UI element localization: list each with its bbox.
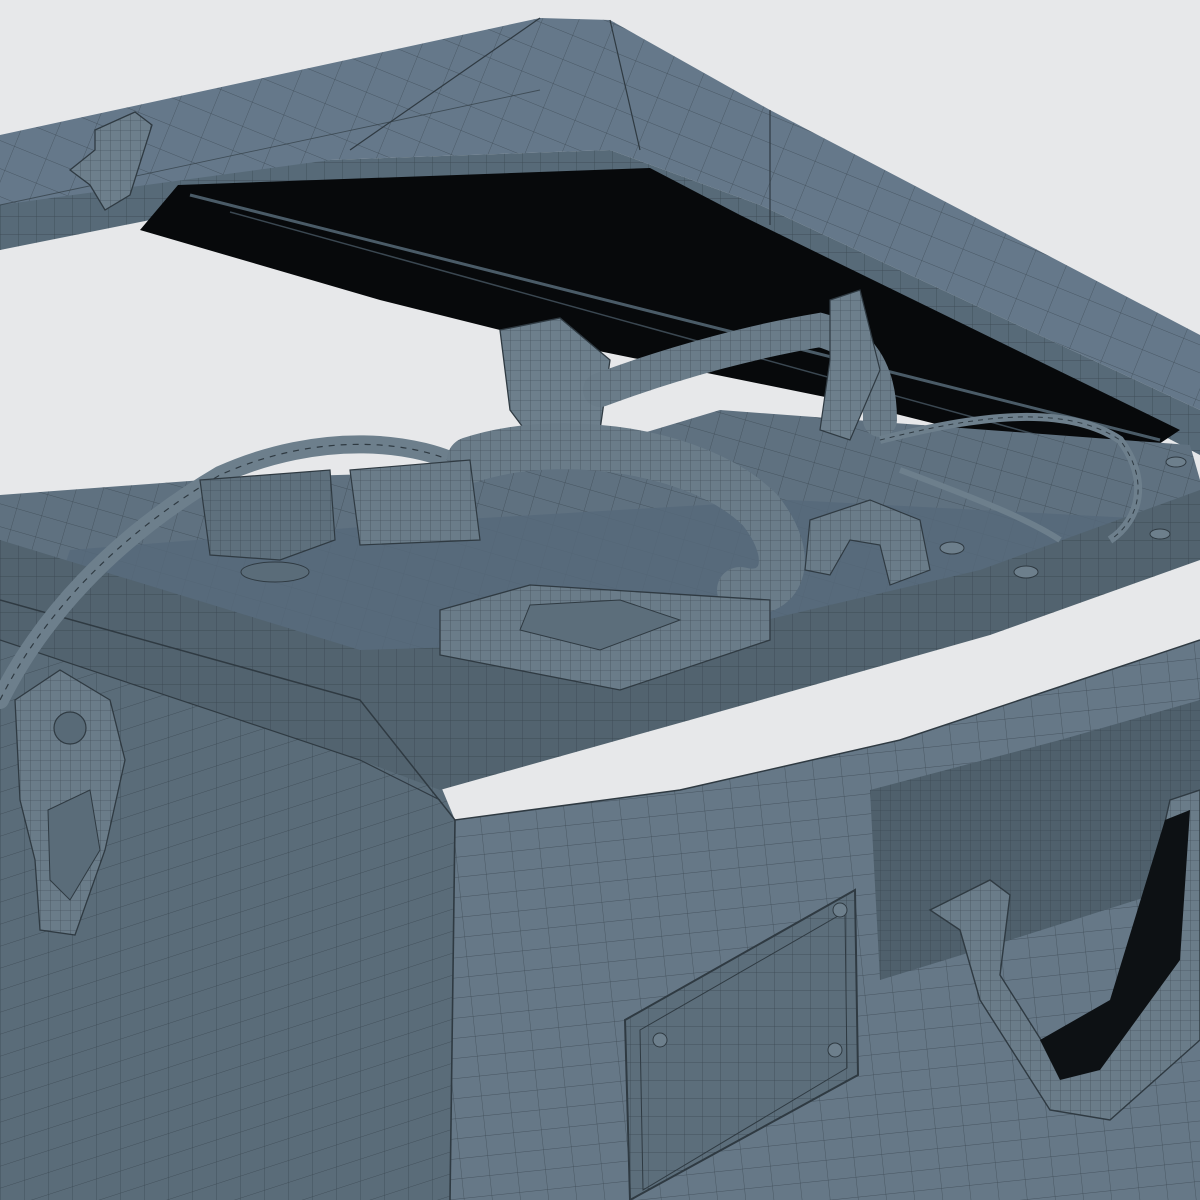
render-viewport bbox=[0, 0, 1200, 1200]
rivet bbox=[1165, 456, 1187, 468]
rivet bbox=[652, 1032, 668, 1048]
rivet bbox=[939, 541, 965, 555]
rivet bbox=[1013, 565, 1039, 579]
wireframe-scene bbox=[0, 0, 1200, 1200]
rivet bbox=[832, 902, 848, 918]
rivet bbox=[1149, 528, 1171, 540]
latch-pivot bbox=[53, 711, 87, 745]
rivet bbox=[827, 1042, 843, 1058]
plug-cap bbox=[240, 561, 310, 583]
